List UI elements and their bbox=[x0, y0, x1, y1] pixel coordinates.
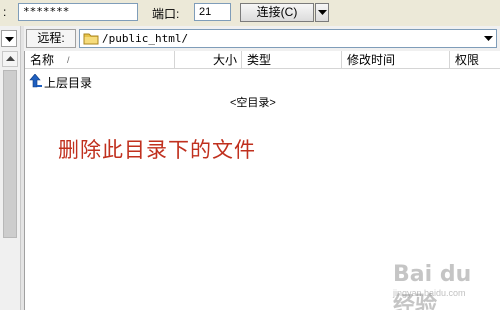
parent-directory-item[interactable]: 上层目录 bbox=[25, 72, 185, 90]
local-pane bbox=[0, 26, 20, 310]
folder-icon bbox=[83, 33, 99, 45]
scroll-up-arrow-icon bbox=[6, 56, 15, 61]
sort-indicator-icon: / bbox=[67, 55, 70, 65]
watermark-text: Bai du 经验 bbox=[393, 262, 472, 310]
file-list-header: 名称 / 大小 类型 修改时间 权限 bbox=[25, 51, 500, 69]
port-field[interactable]: 21 bbox=[194, 3, 231, 21]
password-field[interactable]: ******* bbox=[18, 3, 138, 21]
column-header-name-label: 名称 bbox=[30, 53, 55, 67]
remote-path-text: /public_html/ bbox=[102, 32, 189, 45]
remote-path-combobox[interactable]: /public_html/ bbox=[79, 29, 497, 48]
column-header-name[interactable]: 名称 / bbox=[25, 51, 175, 69]
remote-path-dropdown[interactable] bbox=[480, 30, 496, 47]
dropdown-arrow-icon bbox=[5, 37, 14, 42]
baidu-jingyan-watermark: Bai du 经验 jingyan.baidu.com bbox=[385, 260, 497, 310]
dropdown-arrow-icon bbox=[318, 10, 327, 15]
column-header-permissions[interactable]: 权限 bbox=[450, 51, 500, 69]
parent-directory-label: 上层目录 bbox=[44, 76, 93, 90]
up-arrow-icon bbox=[29, 74, 42, 88]
annotation-text: 删除此目录下的文件 bbox=[58, 139, 256, 162]
watermark-subtext: jingyan.baidu.com bbox=[393, 288, 466, 298]
local-path-dropdown[interactable] bbox=[1, 30, 17, 47]
column-header-modified[interactable]: 修改时间 bbox=[342, 51, 450, 69]
connect-dropdown-button[interactable] bbox=[315, 3, 329, 22]
password-label: : bbox=[3, 5, 7, 19]
column-header-size[interactable]: 大小 bbox=[175, 51, 242, 69]
remote-path-bar: 远程: /public_html/ bbox=[24, 28, 500, 50]
connection-toolbar: : ******* 端口: 21 连接(C) bbox=[0, 0, 500, 26]
dropdown-arrow-icon bbox=[484, 36, 493, 41]
column-header-type[interactable]: 类型 bbox=[242, 51, 342, 69]
connect-button[interactable]: 连接(C) bbox=[240, 3, 314, 22]
scroll-up-button[interactable] bbox=[2, 51, 18, 67]
empty-directory-text: <空目录> bbox=[230, 97, 276, 109]
remote-label-button[interactable]: 远程: bbox=[26, 29, 76, 48]
port-label: 端口: bbox=[152, 7, 180, 21]
scrollbar-thumb[interactable] bbox=[3, 70, 17, 238]
